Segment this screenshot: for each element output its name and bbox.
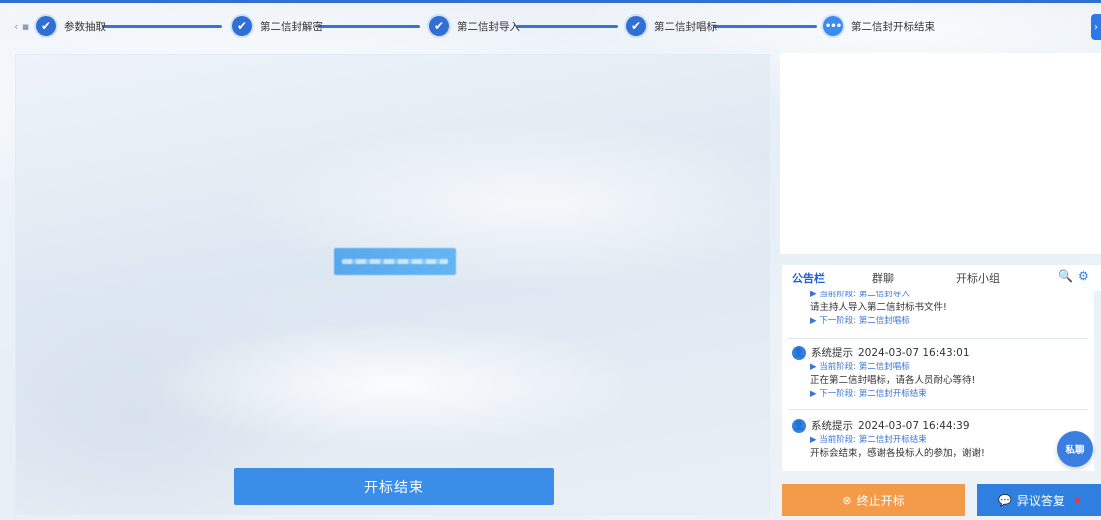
tab-announcement[interactable]: 公告栏 — [792, 270, 825, 286]
stop-bid-opening-button[interactable]: ⊗ 终止开标 — [782, 484, 965, 516]
announcement-feed: ▶ 当前阶段: 第二信封导入 请主持人导入第二信封标书文件! ▶ 下一阶段: 第… — [782, 291, 1094, 471]
current-stage-text: ▶ 当前阶段: 第二信封导入 — [810, 291, 910, 299]
step-decrypt[interactable]: ✔ 第二信封解密 — [232, 15, 323, 37]
alert-dot — [1074, 497, 1080, 503]
step-end[interactable]: ••• 第二信封开标结束 — [823, 15, 935, 37]
step-prev-icon[interactable]: ‹ ▪ — [14, 20, 29, 33]
stop-icon: ⊗ — [842, 493, 852, 507]
step-label: 第二信封解密 — [260, 20, 323, 33]
in-progress-icon: ••• — [823, 16, 843, 36]
step-param-extract[interactable]: ✔ 参数抽取 — [36, 15, 106, 37]
list-item: ▶ 当前阶段: 第二信封导入 请主持人导入第二信封标书文件! ▶ 下一阶段: 第… — [782, 291, 1092, 327]
user-icon: 👤 — [792, 418, 806, 433]
private-chat-button[interactable]: 私聊 — [1057, 431, 1093, 467]
message-text: 请主持人导入第二信封标书文件! — [810, 302, 947, 313]
next-stage-text: ▶ 下一阶段: 第二信封开标结束 — [810, 389, 927, 399]
message-text: 正在第二信封唱标，请各人员耐心等待! — [810, 375, 976, 386]
check-icon: ✔ — [626, 16, 646, 36]
message-icon: 💬 — [998, 493, 1012, 507]
host-video-box — [780, 53, 1101, 254]
check-icon: ✔ — [232, 16, 252, 36]
main-video-panel: 开标结束 — [15, 54, 770, 515]
user-icon: 👤 — [792, 345, 806, 360]
step-next-icon[interactable]: › — [1091, 14, 1101, 40]
check-icon: ✔ — [429, 16, 449, 36]
step-import[interactable]: ✔ 第二信封导入 — [429, 15, 520, 37]
progress-stepbar: ‹ ▪ ✔ 参数抽取 ✔ 第二信封解密 ✔ 第二信封导入 ✔ 第二信封唱标 ••… — [0, 10, 1101, 44]
step-connector — [713, 25, 817, 28]
top-accent-line — [0, 0, 1101, 3]
current-stage-text: ▶ 当前阶段: 第二信封唱标 — [810, 362, 910, 372]
step-connector — [102, 25, 222, 28]
entry-title: 系统提示 — [811, 420, 853, 432]
message-tabs: 公告栏 群聊 开标小组 🔍 ⚙ — [782, 265, 1101, 291]
objection-reply-button[interactable]: 💬 异议答复 — [977, 484, 1101, 516]
divider — [788, 409, 1088, 410]
divider — [788, 338, 1088, 339]
tab-bid-team[interactable]: 开标小组 — [956, 270, 1000, 286]
end-bid-opening-button[interactable]: 开标结束 — [234, 468, 554, 505]
step-announce[interactable]: ✔ 第二信封唱标 — [626, 15, 717, 37]
status-banner — [334, 248, 456, 275]
current-stage-text: ▶ 当前阶段: 第二信封开标结束 — [810, 435, 927, 445]
list-item: 👤 系统提示 2024-03-07 16:44:39 ▶ 当前阶段: 第二信封开… — [782, 417, 1092, 461]
step-label: 第二信封导入 — [457, 20, 520, 33]
objection-button-label: 异议答复 — [1016, 493, 1065, 508]
search-icon[interactable]: 🔍 — [1058, 269, 1073, 283]
check-icon: ✔ — [36, 16, 56, 36]
entry-timestamp: 2024-03-07 16:44:39 — [858, 419, 970, 432]
step-label: 第二信封开标结束 — [851, 20, 935, 33]
tab-group-chat[interactable]: 群聊 — [872, 270, 894, 286]
step-connector — [318, 25, 420, 28]
step-connector — [516, 25, 618, 28]
list-item: 👤 系统提示 2024-03-07 16:43:01 ▶ 当前阶段: 第二信封唱… — [782, 344, 1092, 400]
step-label: 参数抽取 — [64, 20, 106, 33]
next-stage-text: ▶ 下一阶段: 第二信封唱标 — [810, 316, 910, 326]
message-text: 开标会结束，感谢各投标人的参加，谢谢! — [810, 448, 985, 459]
gear-icon[interactable]: ⚙ — [1078, 269, 1089, 283]
entry-timestamp: 2024-03-07 16:43:01 — [858, 346, 970, 359]
step-label: 第二信封唱标 — [654, 20, 717, 33]
stop-button-label: 终止开标 — [856, 493, 905, 508]
entry-title: 系统提示 — [811, 347, 853, 359]
